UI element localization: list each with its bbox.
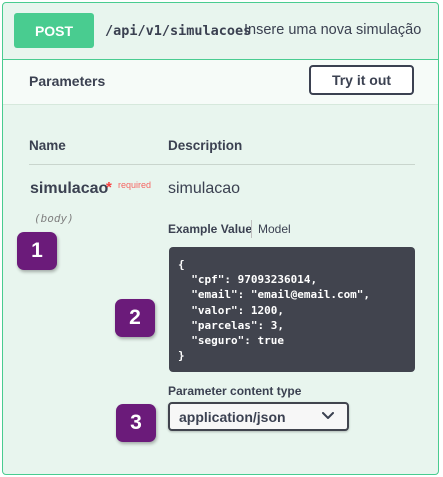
tab-separator — [251, 220, 252, 238]
chevron-down-icon — [322, 412, 334, 419]
operation-description: Insere uma nova simulação — [244, 22, 422, 38]
operation-block: POST /api/v1/simulacoes Insere uma nova … — [2, 2, 439, 475]
annotation-badge-2: 2 — [115, 299, 155, 337]
header-divider — [29, 164, 415, 165]
operation-summary[interactable]: POST /api/v1/simulacoes Insere uma nova … — [3, 3, 438, 60]
description-column-header: Description — [168, 138, 243, 153]
example-value-code[interactable]: { "cpf": 97093236014, "email": "email@em… — [169, 247, 415, 372]
content-type-select[interactable]: application/json — [168, 402, 349, 431]
parameter-name: simulacao — [30, 180, 109, 197]
content-type-value: application/json — [179, 409, 286, 425]
parameters-header: Parameters Try it out — [3, 60, 438, 105]
endpoint-path: /api/v1/simulacoes — [105, 23, 252, 39]
parameters-title: Parameters — [29, 73, 106, 89]
content-type-label: Parameter content type — [168, 384, 302, 398]
tab-model[interactable]: Model — [258, 222, 291, 236]
required-asterisk: * — [106, 179, 112, 196]
method-badge: POST — [14, 13, 94, 48]
annotation-badge-1: 1 — [17, 232, 57, 270]
annotation-badge-3: 3 — [116, 404, 156, 442]
required-label: required — [118, 180, 152, 190]
try-it-out-button[interactable]: Try it out — [309, 65, 414, 95]
parameter-location: (body) — [34, 212, 74, 225]
name-column-header: Name — [29, 138, 66, 153]
parameter-description: simulacao — [168, 180, 241, 197]
tab-example-value[interactable]: Example Value — [168, 222, 252, 236]
